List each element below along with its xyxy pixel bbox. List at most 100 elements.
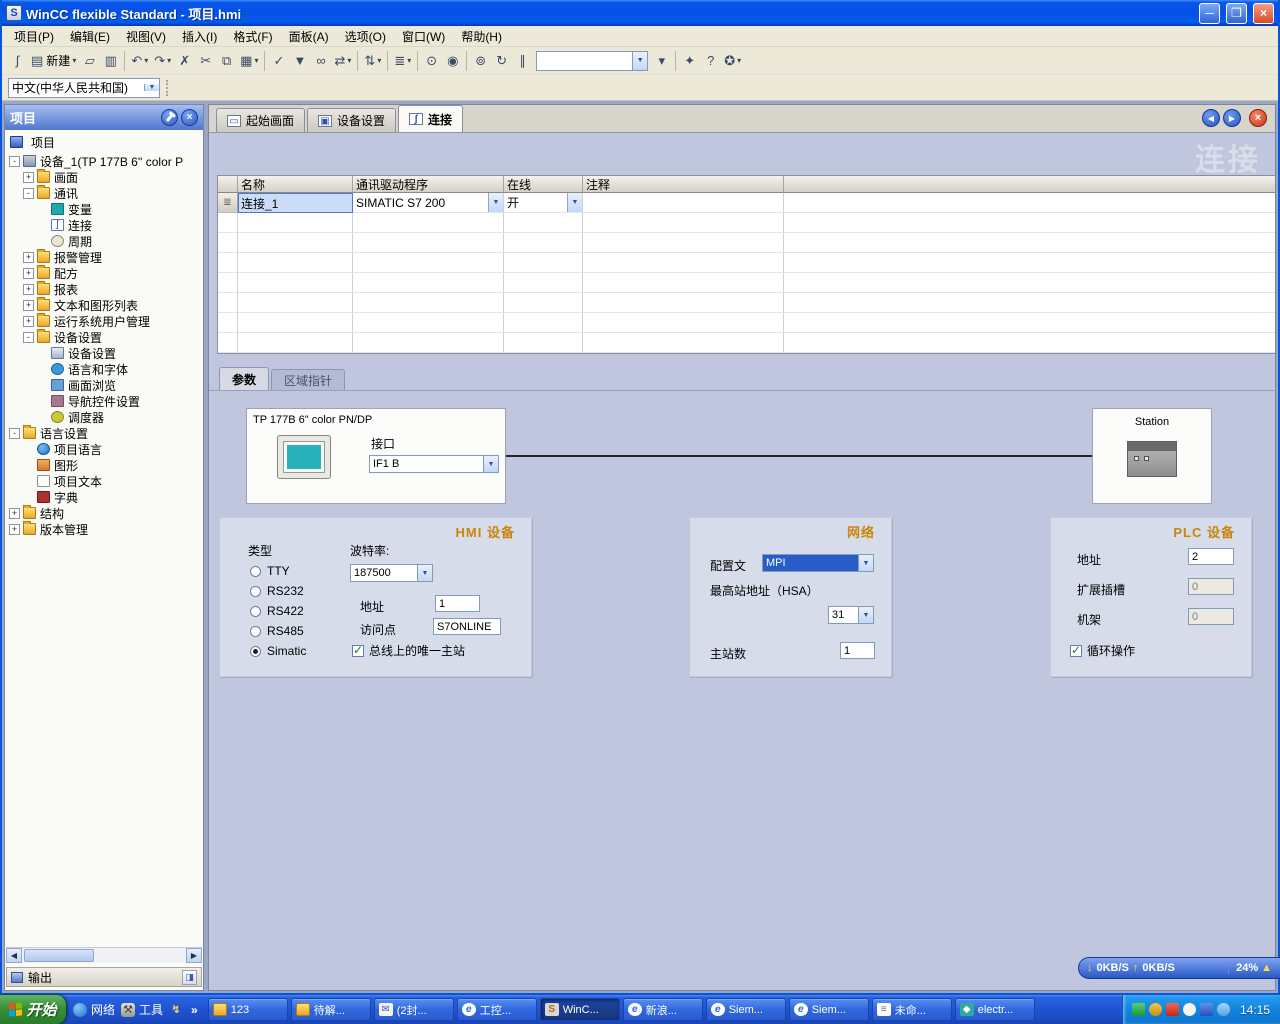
binocular-button[interactable]: ⊚ (470, 50, 491, 72)
paste-button[interactable]: ▥ (100, 50, 121, 72)
tree-expander[interactable]: + (9, 523, 20, 535)
radio-simatic[interactable]: Simatic (250, 644, 306, 658)
chevron-down-icon[interactable]: ▼ (417, 565, 432, 581)
pin-button[interactable] (161, 109, 178, 126)
checkbox-checked-icon[interactable] (1070, 643, 1082, 657)
tree-expander[interactable]: - (9, 427, 20, 439)
tray-volume-icon[interactable] (1182, 1003, 1196, 1016)
menu-item[interactable]: 格式(F) (225, 26, 280, 47)
subtab-参数[interactable]: 参数 (219, 367, 270, 391)
undo-button[interactable]: ↶ ▾ (128, 50, 151, 72)
baud-select[interactable]: 187500 ▼ (350, 564, 433, 582)
profile-select[interactable]: MPI ▼ (762, 554, 874, 572)
taskbar-button[interactable]: 123 (207, 998, 288, 1021)
tree-expander[interactable]: + (9, 507, 20, 519)
tree-expander[interactable]: + (23, 283, 34, 295)
new-button[interactable]: ▤ 新建 ▾ (28, 50, 79, 72)
tree-item[interactable]: - 设备_1(TP 177B 6'' color P (7, 153, 201, 169)
taskbar-button[interactable]: e 工控... (456, 998, 537, 1021)
name-cell[interactable]: 连接_1 (238, 193, 353, 213)
tray-antivirus-icon[interactable] (1165, 1003, 1179, 1016)
column-header[interactable] (784, 176, 1275, 193)
sort-button[interactable]: ⇅ ▾ (361, 50, 384, 72)
tree-item[interactable]: 导航控件设置 (7, 393, 201, 409)
connect-button[interactable]: ∞ (310, 50, 331, 72)
tree-item[interactable]: + 结构 (7, 505, 201, 521)
radio-rs232[interactable]: RS232 (250, 584, 304, 598)
tab-设备设置[interactable]: ▣ 设备设置 (307, 108, 397, 132)
output-expand-button[interactable]: ◨ (182, 969, 197, 985)
s-curve-button[interactable]: ʃ (7, 50, 28, 72)
column-header[interactable]: 注释 (583, 176, 784, 193)
row-header-column[interactable] (218, 176, 238, 193)
interface-select[interactable]: IF1 B ▼ (369, 455, 499, 473)
radio-rs422[interactable]: RS422 (250, 604, 304, 618)
tree-expander[interactable]: + (23, 299, 34, 311)
radio-tty[interactable]: TTY (250, 564, 290, 578)
driver-cell[interactable]: SIMATIC S7 200 ▼ (353, 193, 504, 213)
chevron-down-icon[interactable]: ▼ (632, 51, 648, 70)
key-button[interactable]: ✪ ▾ (721, 50, 744, 72)
tree-item[interactable]: 语言和字体 (7, 361, 201, 377)
back-button[interactable]: ◀ (1202, 109, 1220, 127)
chevron-down-icon[interactable]: ▼ (858, 607, 873, 623)
only-master-checkbox-row[interactable]: 总线上的唯一主站 (352, 642, 465, 659)
horizontal-scrollbar[interactable]: ◀ ▶ (6, 947, 202, 963)
scroll-right-icon[interactable]: ▶ (186, 948, 202, 963)
tab-起始画面[interactable]: ▭ 起始画面 (216, 108, 306, 132)
find-button[interactable]: ⊙ (421, 50, 442, 72)
radio-icon[interactable] (250, 605, 261, 617)
language-select[interactable]: 中文(中华人民共和国) ▼ (8, 77, 160, 98)
tree-item[interactable]: + 文本和图形列表 (7, 297, 201, 313)
tree-item[interactable]: 周期 (7, 233, 201, 249)
overflow-chevron-icon[interactable]: » (191, 1003, 198, 1017)
tree-item[interactable]: 项目文本 (7, 473, 201, 489)
menu-item[interactable]: 编辑(E) (62, 26, 118, 47)
menu-item[interactable]: 选项(O) (337, 26, 394, 47)
scroll-left-icon[interactable]: ◀ (6, 948, 22, 963)
taskbar-button[interactable]: 待解... (290, 998, 371, 1021)
menu-item[interactable]: 项目(P) (6, 26, 62, 47)
plc-address-input[interactable]: 2 (1188, 548, 1234, 565)
chevron-down-icon[interactable]: ▼ (567, 193, 582, 212)
taskbar-button[interactable]: ≡ 未命... (871, 998, 952, 1021)
tree-item[interactable]: 变量 (7, 201, 201, 217)
tree-item[interactable]: 连接 (7, 217, 201, 233)
compile-button[interactable]: ✓ (268, 50, 289, 72)
copy-button[interactable]: ⧉ (216, 50, 237, 72)
close-button[interactable]: × (1253, 2, 1274, 24)
tree-expander[interactable]: - (9, 155, 20, 167)
tree-item[interactable]: + 报警管理 (7, 249, 201, 265)
comment-cell[interactable] (583, 193, 784, 213)
tree-item[interactable]: + 运行系统用户管理 (7, 313, 201, 329)
title-bar[interactable]: S WinCC flexible Standard - 项目.hmi ─ ❐ × (2, 0, 1278, 26)
toolbar-search-combo[interactable]: ▼ (536, 50, 649, 71)
menu-item[interactable]: 窗口(W) (394, 26, 453, 47)
tray-messenger-icon[interactable] (1216, 1003, 1230, 1016)
find-next-button[interactable]: ◉ (442, 50, 463, 72)
tree-item[interactable]: 图形 (7, 457, 201, 473)
tree-expander[interactable]: - (23, 331, 34, 343)
tree-item[interactable]: + 配方 (7, 265, 201, 281)
transfer-button[interactable]: ⇄ ▾ (331, 50, 354, 72)
tree-item[interactable]: - 语言设置 (7, 425, 201, 441)
radio-icon[interactable] (250, 625, 261, 637)
radio-icon[interactable] (250, 565, 261, 577)
output-panel-bar[interactable]: 输出 ◨ (6, 967, 202, 987)
cut-button[interactable]: ✂ (195, 50, 216, 72)
access-point-input[interactable]: S7ONLINE (433, 618, 501, 635)
panel-close-button[interactable]: × (181, 109, 198, 126)
checkbox-checked-icon[interactable] (352, 643, 364, 657)
taskbar-button[interactable]: e Siem... (788, 998, 869, 1021)
tree-expander[interactable]: + (23, 315, 34, 327)
toolbar-drag-handle[interactable] (166, 79, 170, 96)
tree-item[interactable]: - 设备设置 (7, 329, 201, 345)
quicklaunch-item[interactable]: 网络 (73, 1001, 115, 1018)
tree-expander[interactable]: - (23, 187, 34, 199)
tree-expander[interactable]: + (23, 251, 34, 263)
chevron-down-icon[interactable]: ▼ (144, 84, 159, 91)
slot-input[interactable]: 0 (1188, 578, 1234, 595)
menu-item[interactable]: 视图(V) (118, 26, 174, 47)
radio-selected-icon[interactable] (250, 645, 261, 657)
help-button[interactable]: ? (700, 50, 721, 72)
